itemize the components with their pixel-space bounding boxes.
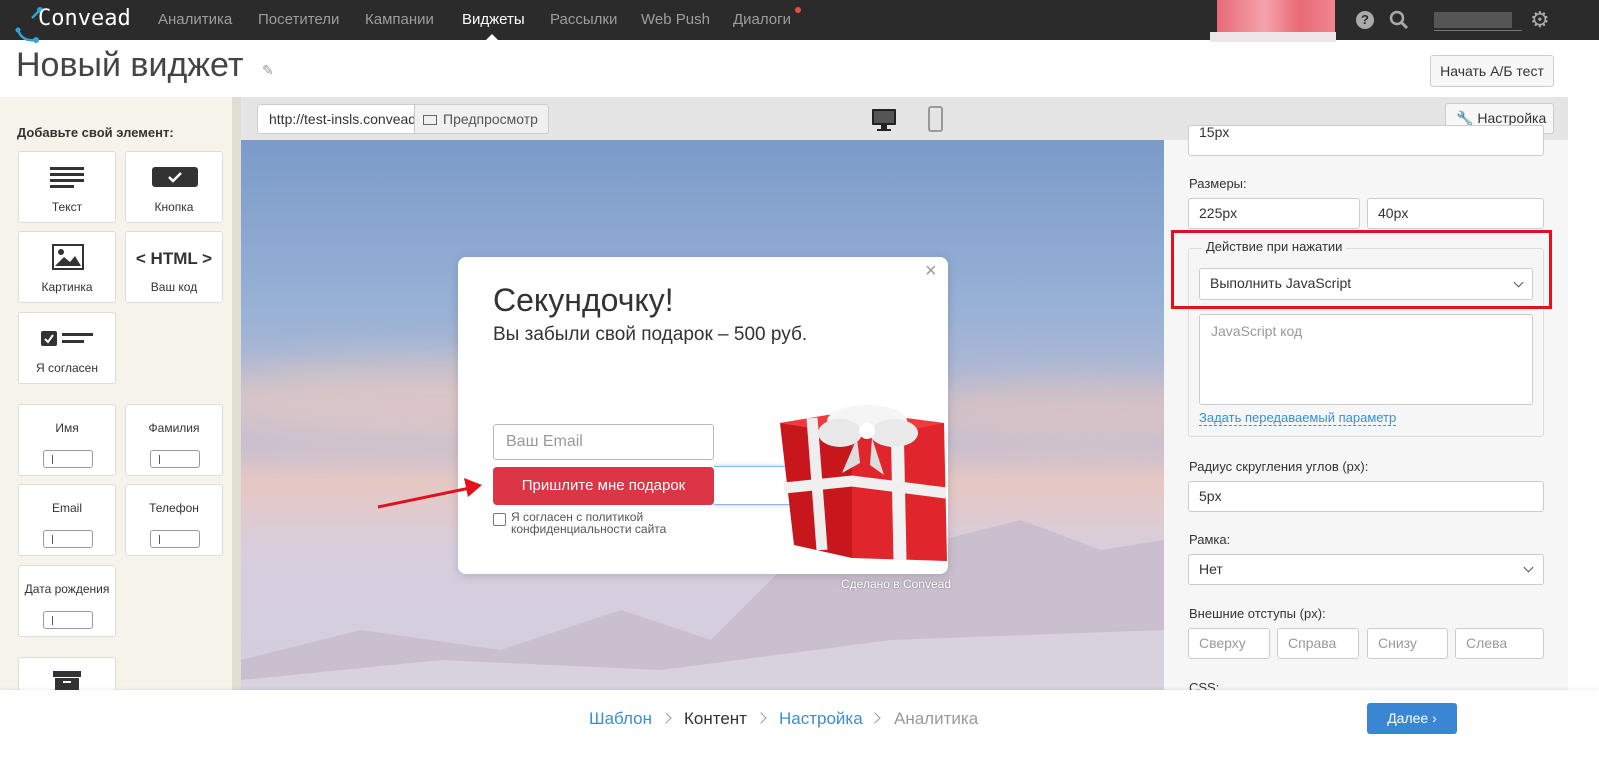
notification-dot [795,7,801,13]
popup-subheadline[interactable]: Вы забыли свой подарок – 500 руб. [493,324,807,346]
agree-text-line: конфиденциальности сайта [511,522,667,536]
archive-icon [53,671,81,691]
radius-input[interactable]: 5px [1188,481,1544,512]
field-birthdate-label: Дата рождения [24,582,110,596]
popup-agree-text[interactable]: Я согласен с политикой конфиденциальност… [511,511,711,535]
field-last-name-tile[interactable]: Фамилия [125,404,223,476]
element-button-label: Кнопка [154,200,194,214]
field-phone-label: Телефон [149,501,199,515]
help-icon[interactable]: ? [1356,11,1374,29]
nav-widgets[interactable]: Виджеты [462,11,525,28]
element-consent-tile[interactable]: Я согласен [18,312,116,384]
top-navbar: Convead Аналитика Посетители Кампании Ви… [0,0,1599,43]
field-last-name-label: Фамилия [148,421,200,435]
margin-bottom-input[interactable]: Снизу [1367,628,1448,659]
gear-icon[interactable]: ⚙ [1530,8,1550,32]
font-size-input[interactable]: 15px [1188,125,1544,156]
edit-pencil-icon[interactable]: ✎ [262,62,274,79]
element-text-tile[interactable]: Текст [18,151,116,223]
field-birthdate-tile[interactable]: Дата рождения [18,565,116,637]
margin-left-input[interactable]: Слева [1455,628,1544,659]
next-button[interactable]: Далее › [1367,703,1457,734]
mobile-view-icon[interactable] [928,106,943,132]
html-code-icon: < HTML > [135,249,213,268]
settings-scroll-gutter [1568,97,1599,690]
start-ab-test-button[interactable]: Начать А/Б тест [1430,55,1554,87]
preview-url-input[interactable]: http://test-insls.convead [257,104,417,134]
logo-text: Convead [38,6,131,31]
element-html-tile[interactable]: < HTML > Ваш код [125,231,223,303]
next-button-label: Далее [1387,710,1429,726]
logo[interactable]: Convead [14,0,144,44]
nav-analytics[interactable]: Аналитика [158,11,232,28]
element-text-label: Текст [51,200,83,214]
button-check-icon [152,167,198,187]
input-preview-icon [43,530,93,548]
image-icon [52,244,84,270]
account-name-blurred[interactable] [1434,12,1512,28]
input-preview-icon [150,530,200,548]
nav-mailings[interactable]: Рассылки [550,11,617,28]
input-preview-icon [150,450,200,468]
element-button-tile[interactable]: Кнопка [125,151,223,223]
popup-email-input[interactable]: Ваш Email [493,424,714,460]
popup-agree-checkbox[interactable] [493,513,506,526]
search-icon[interactable] [1389,10,1409,30]
step-analytics: Аналитика [894,709,979,728]
radius-label: Радиус скругления углов (px): [1189,459,1369,474]
field-first-name-tile[interactable]: Имя [18,404,116,476]
account-avatar-blurred-edge [1210,32,1336,42]
field-email-label: Email [51,501,82,515]
height-input[interactable]: 40px [1367,198,1544,229]
element-image-tile[interactable]: Картинка [18,231,116,303]
gift-box-image[interactable] [772,393,952,578]
step-settings[interactable]: Настройка [779,709,863,729]
element-image-label: Картинка [41,280,93,294]
set-parameter-link[interactable]: Задать передаваемый параметр [1199,411,1397,426]
preview-button[interactable]: Предпросмотр [414,104,549,134]
checkbox-lines-icon [41,331,93,346]
field-email-tile[interactable]: Email [18,484,116,556]
input-preview-icon [43,611,93,629]
close-icon[interactable]: × [925,261,937,281]
preview-button-label: Предпросмотр [443,111,538,127]
margin-right-input[interactable]: Справа [1277,628,1359,659]
sidebar-title: Добавьте свой элемент: [17,125,174,140]
element-archive-tile[interactable] [18,657,116,691]
element-consent-label: Я согласен [36,361,98,375]
field-phone-tile[interactable]: Телефон [125,484,223,556]
chevron-right-icon: › [1432,710,1437,726]
margin-top-input[interactable]: Сверху [1188,628,1270,659]
nav-dialogs[interactable]: Диалоги [733,11,791,28]
width-input[interactable]: 225px [1188,198,1360,229]
nav-campaigns[interactable]: Кампании [365,11,434,28]
popup-headline[interactable]: Секундочку! [493,282,674,319]
border-select[interactable]: Нет [1188,554,1544,585]
red-annotation-arrow-icon [377,478,482,509]
active-nav-caret [485,34,499,41]
javascript-code-textarea[interactable]: JavaScript код [1199,314,1533,405]
popup-submit-button[interactable]: Пришлите мне подарок [493,467,714,505]
made-by-convead[interactable]: Сделано в Convead [841,577,951,591]
desktop-view-icon[interactable] [871,107,897,133]
sidebar-scrollbar[interactable] [232,97,241,690]
wrench-icon: 🔧 [1456,110,1474,126]
size-label: Размеры: [1189,176,1247,191]
settings-button-label: Настройка [1477,110,1547,126]
input-preview-icon [43,450,93,468]
nav-web-push[interactable]: Web Push [641,11,710,28]
red-highlight-box [1171,230,1552,309]
step-content: Контент [684,709,747,728]
page-title: Новый виджет [16,46,244,84]
field-first-name-label: Имя [55,421,79,435]
step-template[interactable]: Шаблон [589,709,652,729]
monitor-icon [423,115,437,125]
margins-label: Внешние отступы (px): [1189,606,1326,621]
element-html-label: Ваш код [150,280,198,294]
text-lines-icon [50,167,84,188]
account-name-underline [1434,30,1522,31]
nav-visitors[interactable]: Посетители [258,11,339,28]
border-label: Рамка: [1189,532,1231,547]
